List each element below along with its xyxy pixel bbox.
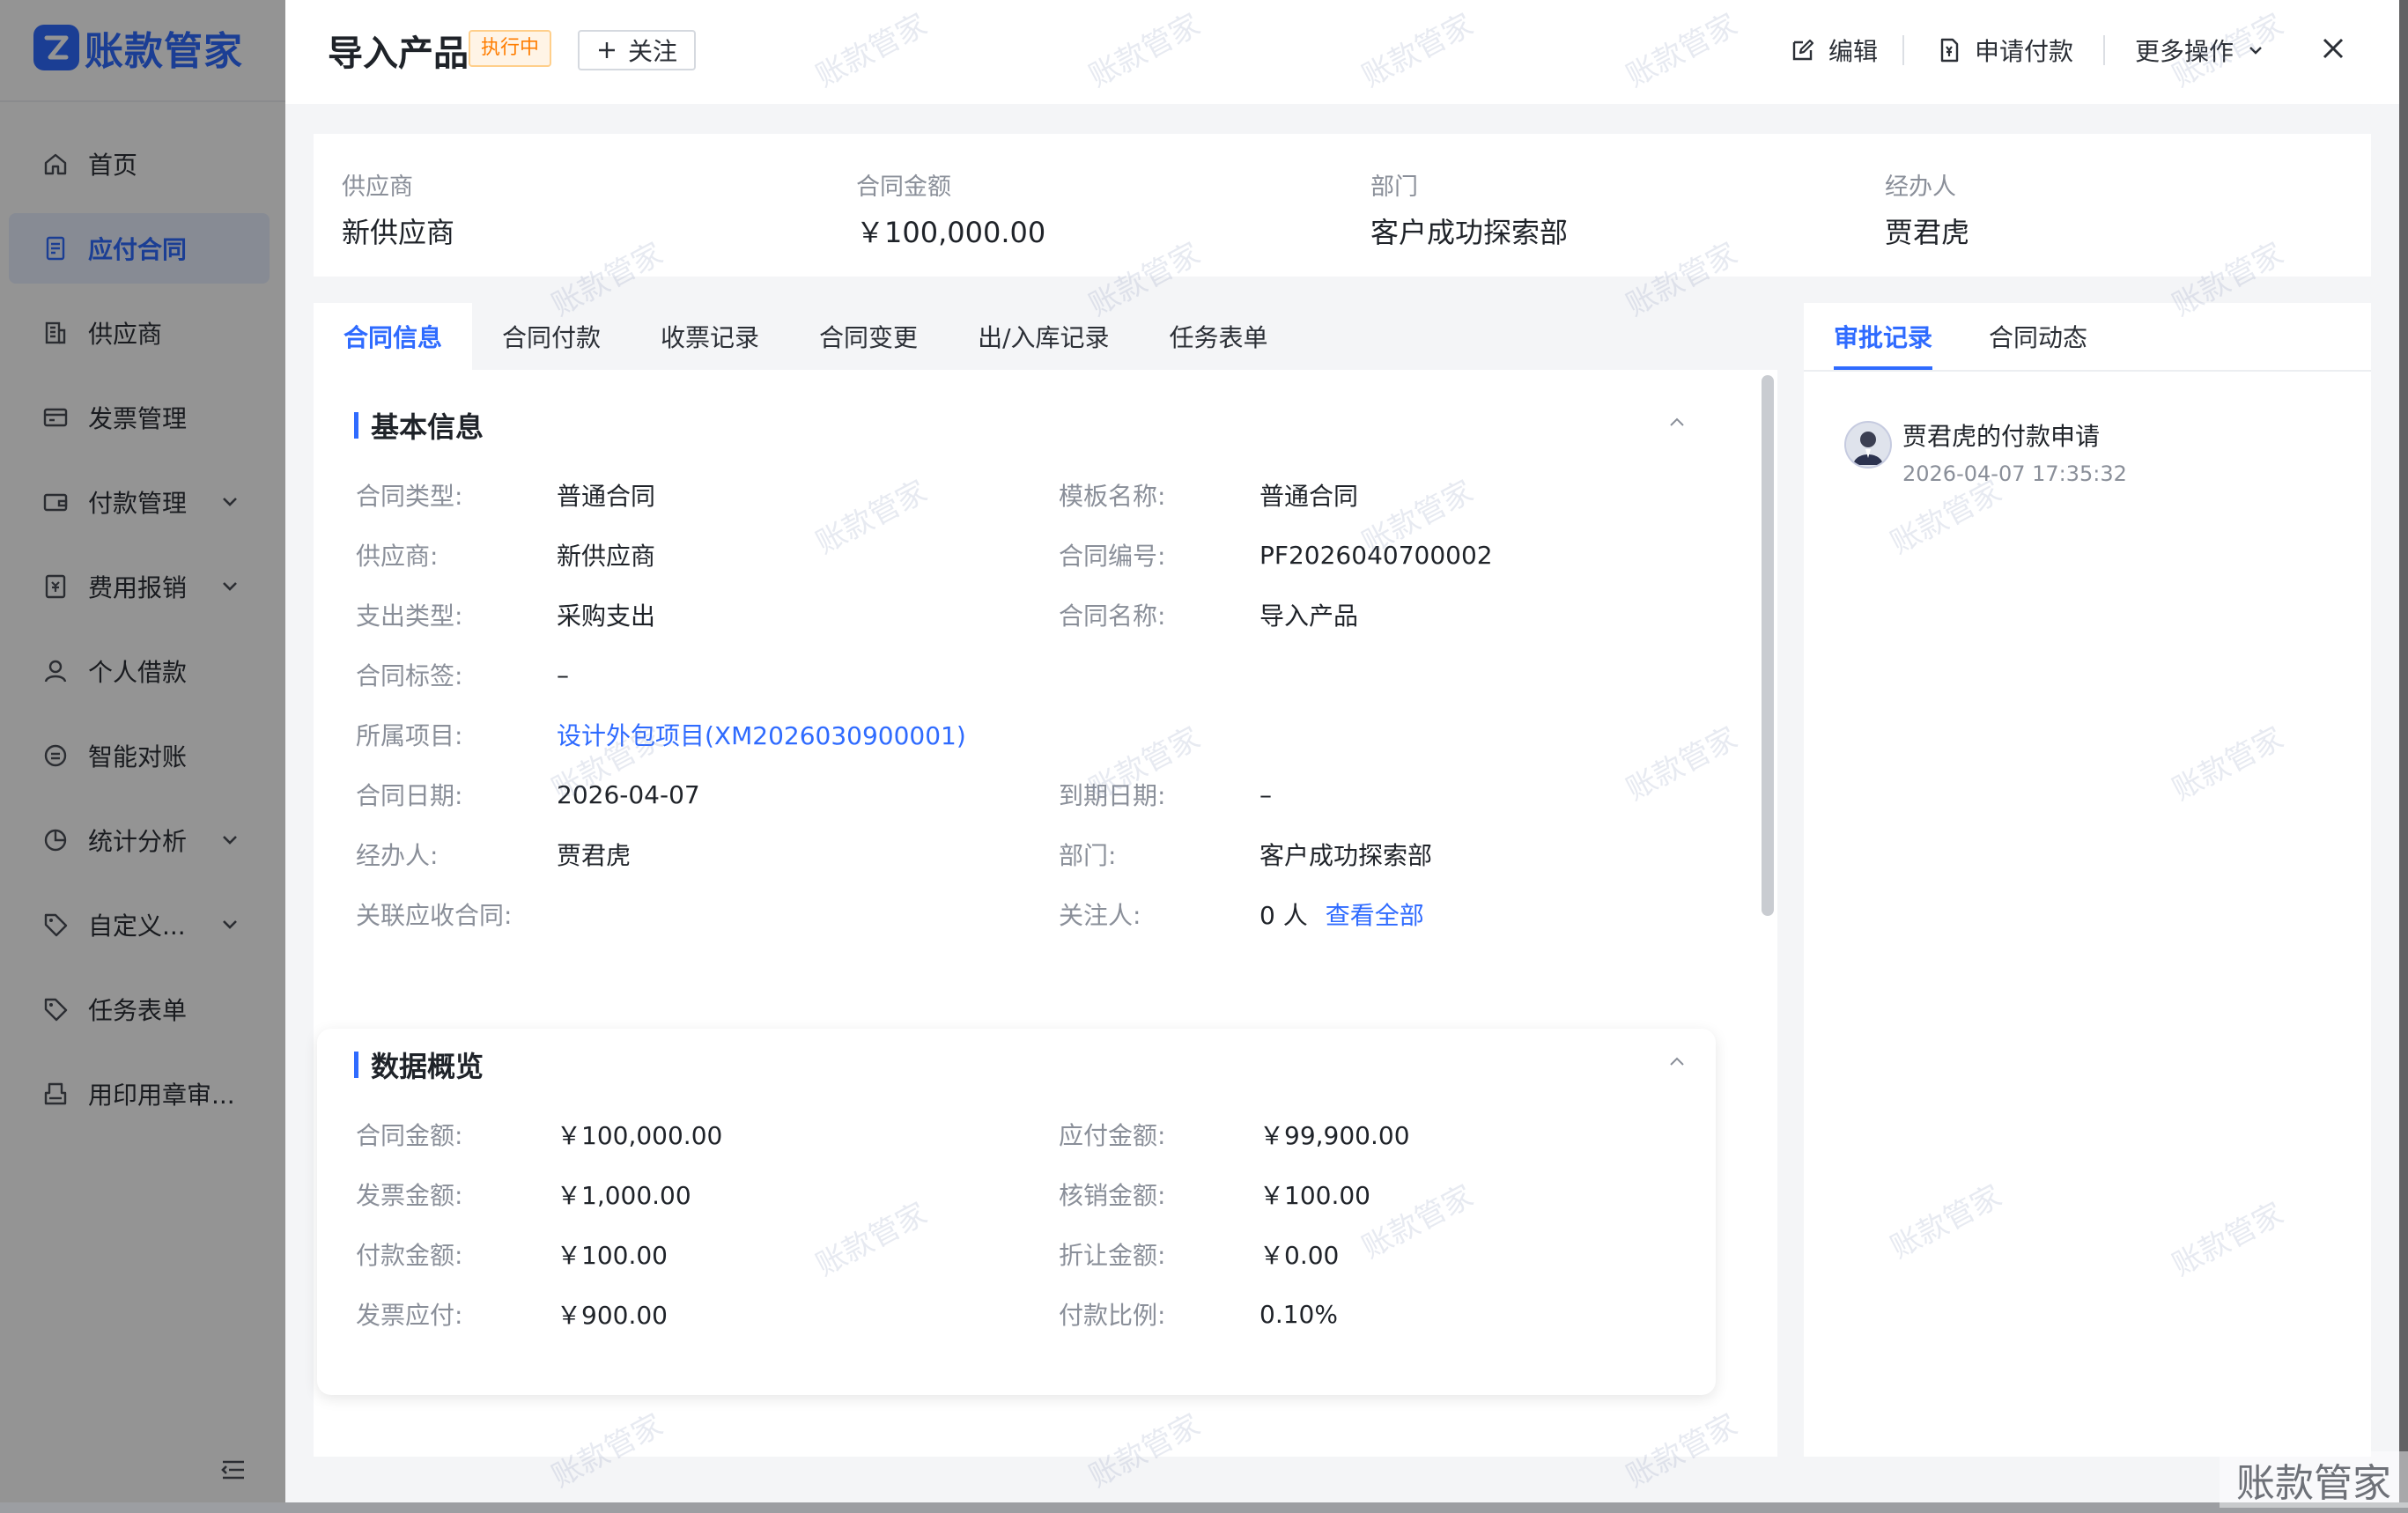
section-basic-info-title: 基本信息 <box>354 405 484 446</box>
field-contract-type-label: 合同类型: <box>356 482 463 511</box>
section-title-text: 基本信息 <box>371 410 484 444</box>
section-accent-bar <box>354 1052 358 1078</box>
overview-writeoff-amount-label: 核销金额: <box>1059 1181 1166 1210</box>
summary-value: 贾君虎 <box>1885 216 1970 249</box>
header-divider <box>1902 35 1904 65</box>
overview-discount-amount-label: 折让金额: <box>1059 1241 1166 1270</box>
overview-invoice-payable-label: 发票应付: <box>356 1301 463 1330</box>
window-bottom-edge <box>0 1502 2408 1513</box>
approval-item-time: 2026-04-07 17:35:32 <box>1902 461 2127 486</box>
tab-invoice-records[interactable]: 收票记录 <box>631 303 789 370</box>
corner-watermark: 账款管家 <box>2220 1451 2408 1508</box>
follow-label: 关注 <box>627 37 677 66</box>
overview-contract-amount-label: 合同金额: <box>356 1121 463 1150</box>
overview-payment-ratio-value: 0.10% <box>1259 1299 1338 1329</box>
tab-contract-payment[interactable]: 合同付款 <box>472 303 631 370</box>
apply-payment-label: 申请付款 <box>1975 37 2074 66</box>
plus-icon <box>596 40 617 61</box>
field-contract-date-label: 合同日期: <box>356 781 463 810</box>
field-supplier-label: 供应商: <box>356 542 439 571</box>
tab-contract-activity[interactable]: 合同动态 <box>1989 303 2087 370</box>
edit-label: 编辑 <box>1828 37 1879 66</box>
field-contract-tags-label: 合同标签: <box>356 661 463 690</box>
overview-writeoff-amount-value: ￥100.00 <box>1259 1181 1370 1210</box>
followers-count: 0 人 <box>1259 901 1308 930</box>
overview-contract-amount-value: ￥100,000.00 <box>557 1121 723 1150</box>
summary-handler: 经办人 贾君虎 <box>1885 167 1969 251</box>
field-department-label: 部门: <box>1059 841 1117 870</box>
tab-task-form[interactable]: 任务表单 <box>1140 303 1298 370</box>
field-template-name-value: 普通合同 <box>1259 482 1359 511</box>
field-project-label: 所属项目: <box>356 721 463 750</box>
overview-discount-amount-value: ￥0.00 <box>1259 1241 1340 1270</box>
field-contract-type-value: 普通合同 <box>557 482 656 511</box>
edit-icon <box>1790 37 1816 63</box>
approval-item-title[interactable]: 贾君虎的付款申请 <box>1902 417 2100 453</box>
section-title-text: 数据概览 <box>371 1050 484 1083</box>
summary-contract-amount: 合同金额 ￥100,000.00 <box>856 167 1045 251</box>
field-contract-tags-value: – <box>557 660 569 690</box>
edit-button[interactable]: 编辑 <box>1790 30 1878 70</box>
section-accent-bar <box>354 412 358 439</box>
field-contract-name-value: 导入产品 <box>1259 602 1359 631</box>
tab-contract-changes[interactable]: 合同变更 <box>789 303 948 370</box>
view-all-link[interactable]: 查看全部 <box>1326 897 1424 932</box>
overview-payable-amount-value: ￥99,900.00 <box>1259 1121 1410 1150</box>
summary-supplier: 供应商 新供应商 <box>342 167 454 251</box>
summary-value: ￥100,000.00 <box>856 216 1046 249</box>
overview-invoice-amount-label: 发票金额: <box>356 1181 463 1210</box>
field-handler-label: 经办人: <box>356 841 439 870</box>
field-contract-number-label: 合同编号: <box>1059 542 1166 571</box>
field-template-name-label: 模板名称: <box>1059 482 1166 511</box>
summary-value: 客户成功探索部 <box>1370 216 1569 249</box>
field-handler-value: 贾君虎 <box>557 841 632 870</box>
status-badge: 执行中 <box>469 30 552 67</box>
follow-button[interactable]: 关注 <box>578 30 696 70</box>
field-followers-label: 关注人: <box>1059 901 1141 930</box>
overview-paid-amount-value: ￥100.00 <box>557 1241 668 1270</box>
field-expense-type-value: 采购支出 <box>557 602 656 631</box>
avatar <box>1844 421 1892 469</box>
scrollbar[interactable] <box>1762 375 1774 916</box>
data-overview-card: 数据概览 合同金额: ￥100,000.00 应付金额: ￥99,900.00 … <box>317 1029 1716 1395</box>
field-expense-type-label: 支出类型: <box>356 602 463 631</box>
summary-label: 供应商 <box>342 173 413 201</box>
header-divider <box>2103 35 2105 65</box>
summary-department: 部门 客户成功探索部 <box>1370 167 1568 251</box>
summary-value: 新供应商 <box>342 216 455 249</box>
summary-label: 合同金额 <box>856 173 951 201</box>
overview-payment-ratio-label: 付款比例: <box>1059 1301 1166 1330</box>
payment-request-icon <box>1936 37 1962 63</box>
chevron-up-icon[interactable] <box>1666 412 1688 433</box>
field-department-value: 客户成功探索部 <box>1259 841 1433 870</box>
overview-invoice-payable-value: ￥900.00 <box>557 1301 668 1330</box>
field-due-date-value: – <box>1259 779 1272 809</box>
field-followers-value: 0 人 查看全部 <box>1259 897 1424 932</box>
apply-payment-button[interactable]: 申请付款 <box>1936 30 2073 70</box>
page-title: 导入产品 <box>328 33 469 74</box>
section-data-overview-title: 数据概览 <box>354 1044 484 1085</box>
contract-tabs: 合同信息 合同付款 收票记录 合同变更 出/入库记录 任务表单 <box>314 303 1777 370</box>
field-supplier-value: 新供应商 <box>557 542 656 571</box>
overview-payable-amount-label: 应付金额: <box>1059 1121 1166 1150</box>
activity-tabs: 审批记录 合同动态 <box>1804 303 2371 372</box>
summary-label: 经办人 <box>1885 173 1956 201</box>
overview-invoice-amount-value: ￥1,000.00 <box>557 1181 691 1210</box>
field-related-receivable-label: 关联应收合同: <box>356 901 513 930</box>
tab-approval-records[interactable]: 审批记录 <box>1834 303 1933 370</box>
tab-contract-info[interactable]: 合同信息 <box>314 303 473 370</box>
close-icon[interactable] <box>2318 33 2348 63</box>
overview-paid-amount-label: 付款金额: <box>356 1241 463 1270</box>
field-contract-name-label: 合同名称: <box>1059 602 1166 631</box>
chevron-up-icon[interactable] <box>1666 1052 1688 1073</box>
summary-label: 部门 <box>1370 173 1418 201</box>
